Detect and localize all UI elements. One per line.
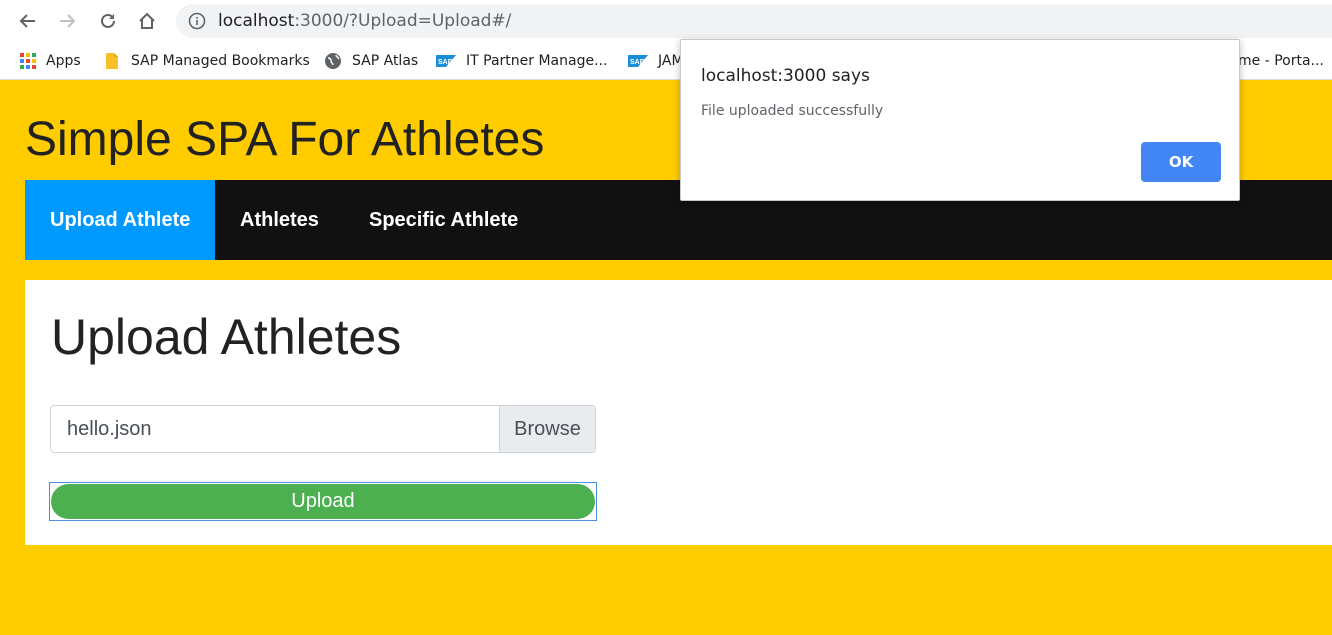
browse-button[interactable]: Browse [499, 406, 595, 452]
back-arrow-icon [19, 14, 35, 28]
url-host: localhost [218, 11, 295, 31]
alert-dialog: localhost:3000 says File uploaded succes… [680, 39, 1240, 201]
svg-text:SAP: SAP [438, 59, 453, 66]
apps-grid-icon [20, 53, 36, 69]
upload-button[interactable]: Upload [51, 484, 595, 519]
sap-logo-icon: SAP [436, 55, 456, 67]
dialog-title: localhost:3000 says [701, 66, 870, 86]
url-text: localhost:3000/?Upload=Upload#/ [218, 11, 511, 31]
bookmark-apps[interactable]: Apps [20, 51, 81, 71]
bookmark-jam[interactable]: SAP JAM [628, 51, 684, 71]
tab-upload-athlete[interactable]: Upload Athlete [25, 180, 216, 260]
address-bar[interactable]: localhost:3000/?Upload=Upload#/ [176, 4, 1332, 38]
browser-toolbar: localhost:3000/?Upload=Upload#/ [0, 0, 1332, 42]
back-button[interactable] [14, 7, 42, 35]
home-icon [139, 12, 155, 29]
bookmark-label: IT Partner Manage... [466, 53, 608, 69]
bookmark-label: SAP Atlas [352, 53, 419, 69]
url-path: :3000/?Upload=Upload#/ [294, 11, 512, 31]
bookmark-sap-atlas[interactable]: SAP Atlas [324, 51, 418, 71]
file-name-value: hello.json [67, 418, 152, 440]
globe-icon [324, 52, 342, 70]
home-button[interactable] [133, 7, 161, 35]
forward-button[interactable] [53, 7, 81, 35]
bookmark-label: Apps [46, 53, 81, 69]
ok-button[interactable]: OK [1141, 142, 1221, 182]
bookmark-it-partner[interactable]: SAP IT Partner Manage... [436, 51, 607, 71]
info-icon[interactable] [188, 12, 206, 35]
tab-specific-athlete[interactable]: Specific Athlete [344, 180, 543, 260]
sap-logo-icon: SAP [628, 55, 648, 67]
forward-arrow-icon [60, 14, 76, 28]
reload-button[interactable] [94, 7, 122, 35]
page-title: Simple SPA For Athletes [25, 113, 545, 166]
bookmark-label: SAP Managed Bookmarks [131, 53, 310, 69]
bookmark-portal[interactable]: me - Porta... [1238, 51, 1324, 71]
upload-panel: Upload Athletes hello.json Browse Upload [25, 280, 1332, 545]
file-input[interactable]: hello.json Browse [50, 405, 596, 453]
section-title: Upload Athletes [51, 309, 402, 365]
dialog-message: File uploaded successfully [701, 103, 884, 119]
tab-athletes[interactable]: Athletes [215, 180, 344, 260]
folder-icon [103, 52, 121, 70]
reload-icon [101, 13, 115, 28]
svg-text:SAP: SAP [630, 59, 645, 66]
bookmark-label: me - Porta... [1238, 53, 1324, 69]
upload-focus-ring: Upload [49, 482, 597, 521]
bookmark-sap-managed[interactable]: SAP Managed Bookmarks [103, 51, 310, 71]
